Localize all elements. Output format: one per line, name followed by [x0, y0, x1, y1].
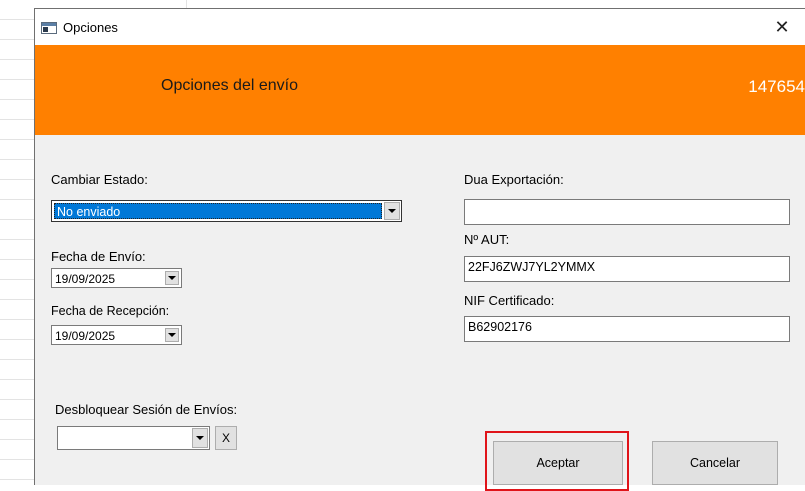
- window-title: Opciones: [63, 20, 118, 35]
- chevron-down-icon[interactable]: [165, 271, 179, 285]
- cancel-label: Cancelar: [689, 456, 741, 470]
- estado-select[interactable]: No enviado: [51, 200, 402, 222]
- fecha-recepcion-value: 19/09/2025: [55, 329, 116, 343]
- desbloquear-label: Desbloquear Sesión de Envíos:: [55, 402, 238, 417]
- aut-value: 22FJ6ZWJ7YL2YMMX: [468, 260, 596, 274]
- chevron-down-icon[interactable]: [192, 428, 208, 448]
- cancel-button[interactable]: Cancelar: [652, 441, 778, 485]
- desbloquear-select[interactable]: [57, 426, 210, 450]
- clear-session-button[interactable]: X: [215, 426, 237, 450]
- nif-value: B62902176: [468, 320, 532, 334]
- accept-button[interactable]: Aceptar: [493, 441, 623, 485]
- header-title: Opciones del envío: [161, 77, 298, 94]
- fecha-recepcion-label: Fecha de Recepción:: [51, 304, 170, 318]
- header-banner: Opciones del envío 147654: [35, 45, 805, 135]
- nif-input[interactable]: B62902176: [464, 316, 790, 342]
- close-icon: ✕: [774, 16, 790, 37]
- estado-label: Cambiar Estado:: [51, 172, 148, 187]
- shipment-number: 147654: [748, 77, 805, 96]
- options-dialog: Opciones ✕ Opciones del envío 147654 Cam…: [34, 8, 805, 491]
- chevron-down-icon[interactable]: [384, 202, 400, 220]
- estado-selected-value: No enviado: [54, 203, 382, 219]
- aut-input[interactable]: 22FJ6ZWJ7YL2YMMX: [464, 256, 790, 282]
- background-spreadsheet-top: [0, 0, 805, 8]
- fecha-envio-value: 19/09/2025: [55, 272, 116, 286]
- window-icon: [41, 21, 57, 34]
- dua-label: Dua Exportación:: [464, 172, 564, 187]
- dua-input[interactable]: [464, 199, 790, 225]
- nif-label: NIF Certificado:: [464, 293, 555, 308]
- accept-label: Aceptar: [536, 456, 580, 470]
- title-bar: Opciones ✕: [35, 9, 805, 45]
- background-spreadsheet: [0, 0, 34, 485]
- clear-session-label: X: [221, 431, 230, 445]
- fecha-recepcion-picker[interactable]: 19/09/2025: [51, 325, 182, 345]
- chevron-down-icon[interactable]: [165, 328, 179, 342]
- aut-label: Nº AUT:: [464, 232, 510, 247]
- fecha-envio-picker[interactable]: 19/09/2025: [51, 268, 182, 288]
- close-button[interactable]: ✕: [759, 9, 805, 45]
- fecha-envio-label: Fecha de Envío:: [51, 249, 146, 264]
